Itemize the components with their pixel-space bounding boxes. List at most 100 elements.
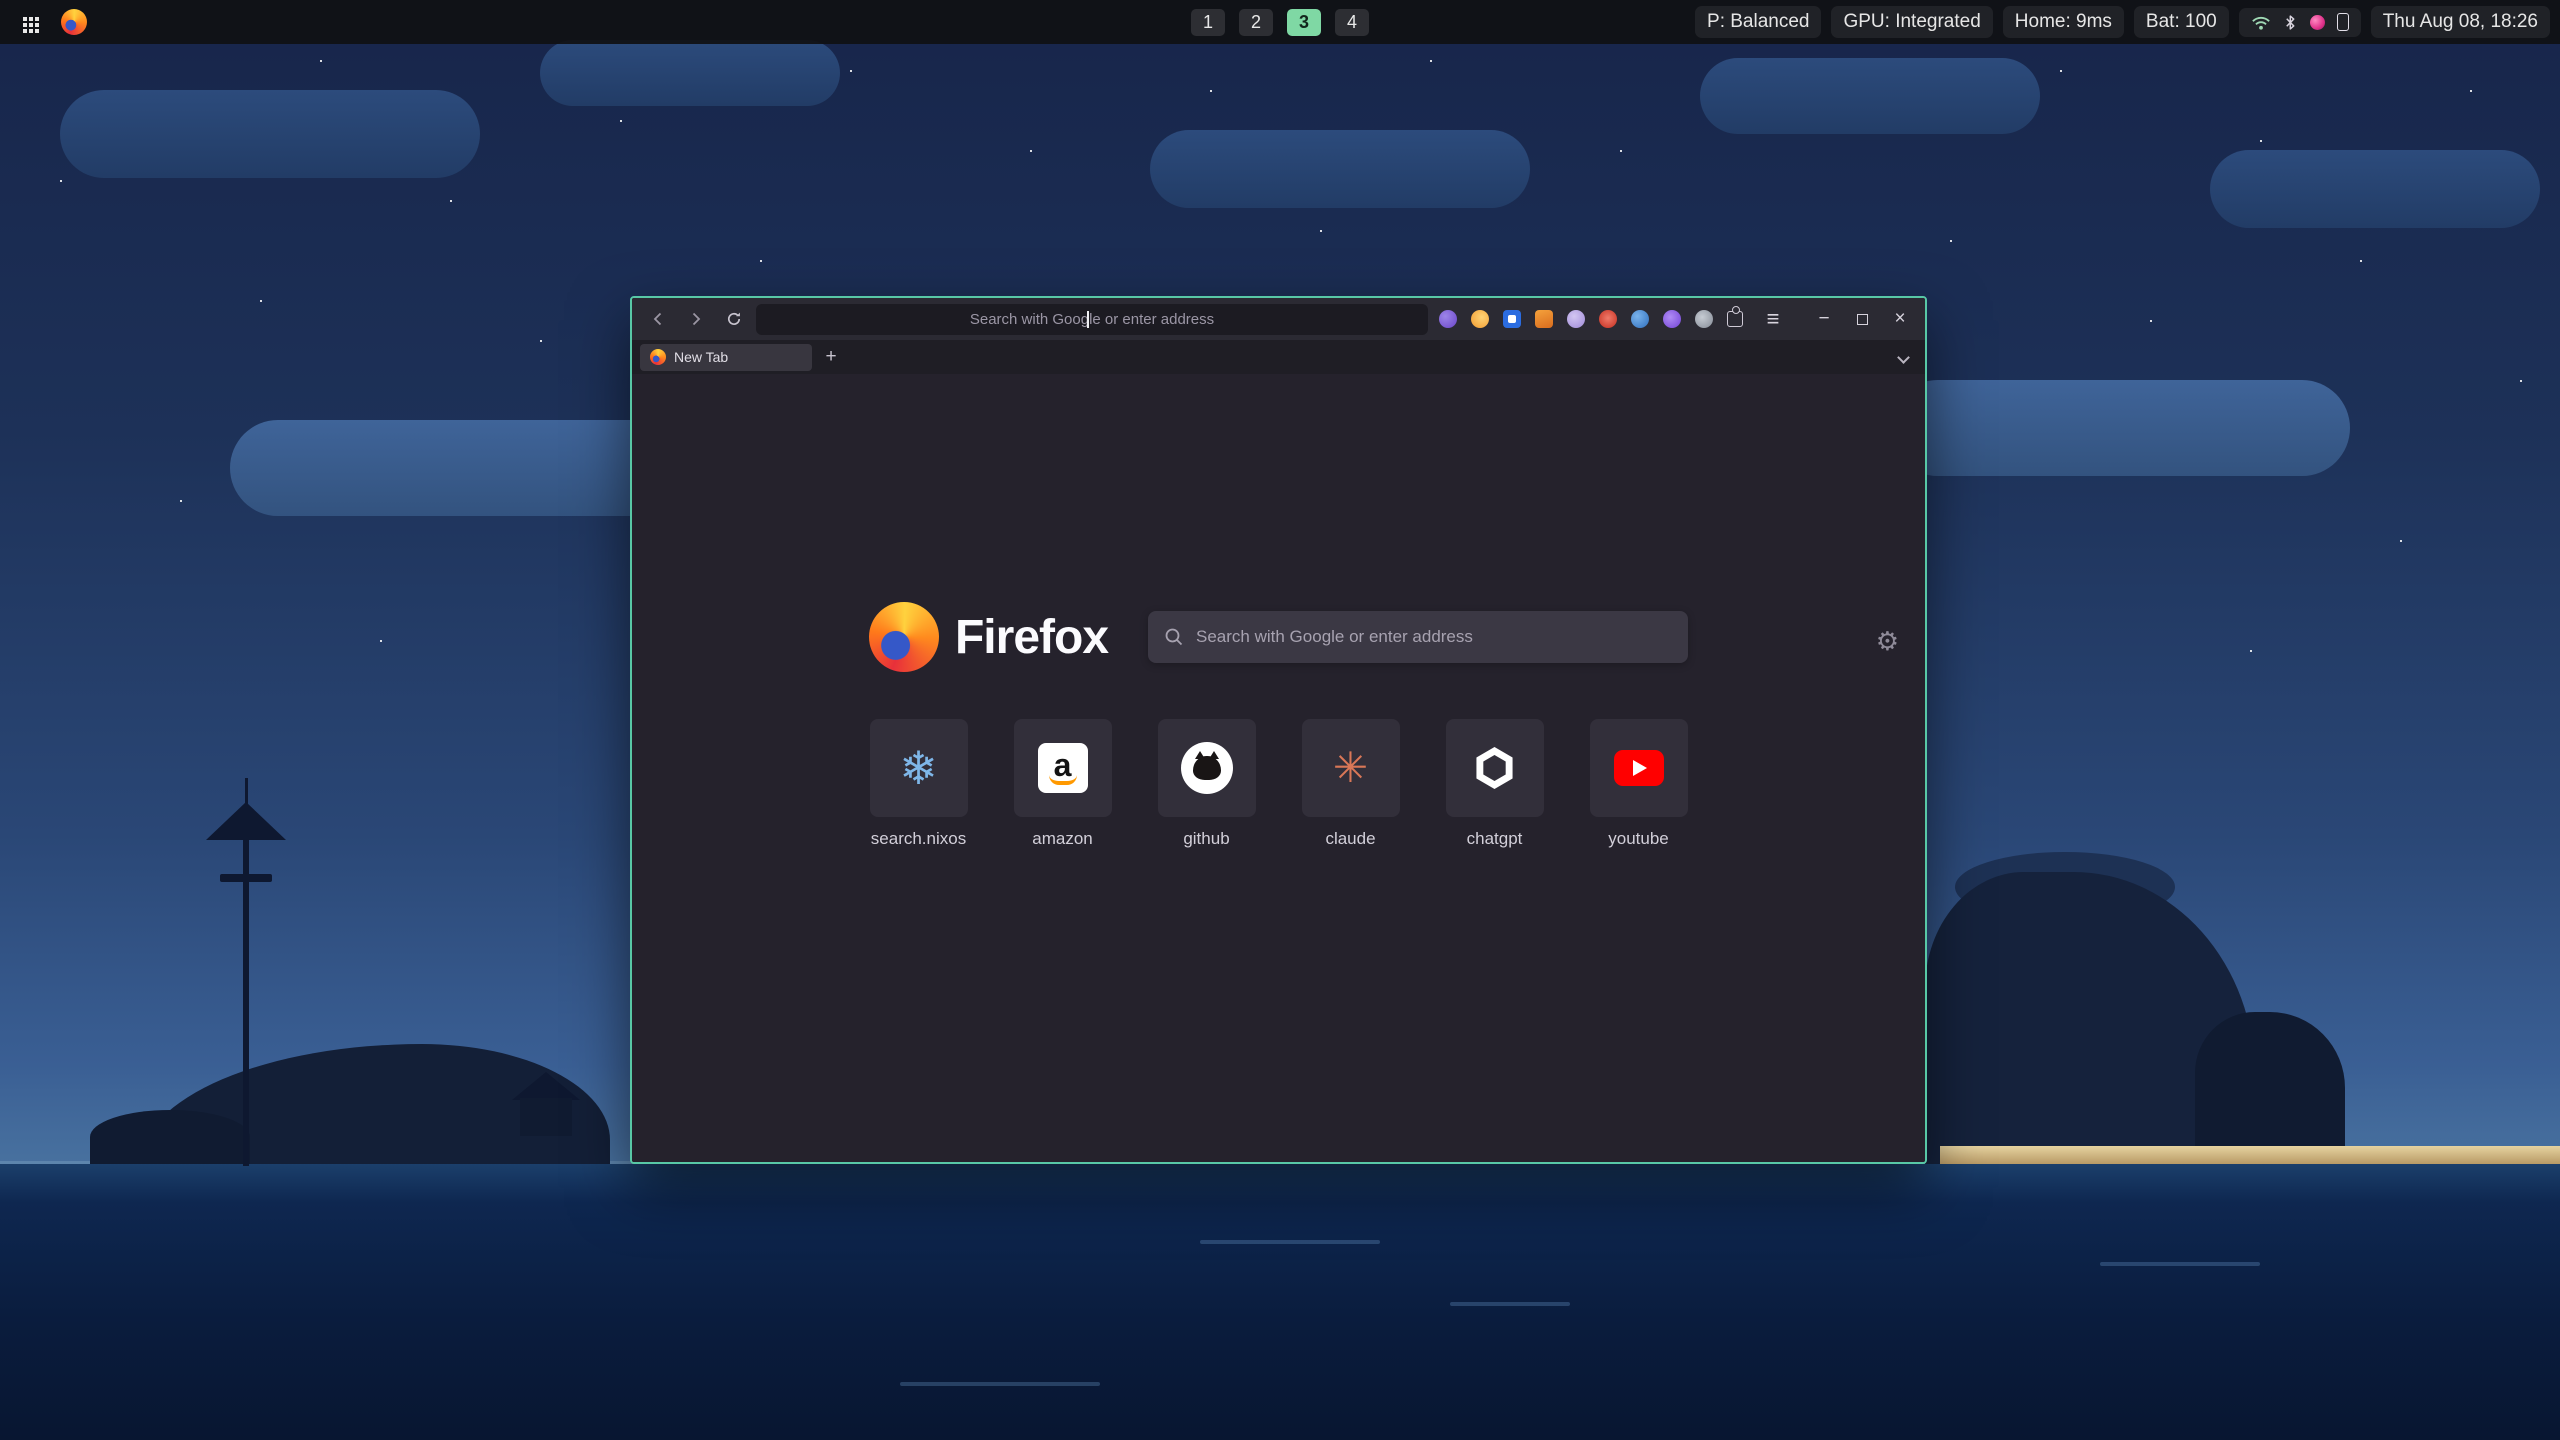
shortcut-claude[interactable]: ✳ claude [1302,719,1400,849]
tab-bar: New Tab + [632,340,1925,374]
extension-button-8[interactable] [1663,310,1681,328]
shortcut-search-nixos[interactable]: ❄ search.nixos [870,719,968,849]
chevron-down-icon [1897,351,1910,364]
shortcut-label: github [1158,829,1256,849]
text-caret [1087,311,1089,328]
extension-button-9[interactable] [1695,310,1713,328]
wallpaper-shimmer [1450,1302,1570,1306]
workspace-button-2[interactable]: 2 [1239,9,1273,36]
wallpaper-hut [520,1098,572,1136]
wallpaper-cloud [2210,150,2540,228]
bluetooth-icon[interactable] [2283,13,2298,32]
desktop: 1 2 3 4 P: Balanced GPU: Integrated Home… [0,0,2560,1440]
battery-module[interactable]: Bat: 100 [2134,6,2229,38]
shortcut-label: search.nixos [870,829,968,849]
shortcut-label: chatgpt [1446,829,1544,849]
wallpaper-watchtower [220,874,272,882]
firefox-icon [61,9,87,35]
new-tab-button[interactable]: + [818,344,844,370]
wallpaper-cloud [540,40,840,106]
shortcut-chatgpt[interactable]: chatgpt [1446,719,1544,849]
shortcut-grid: ❄ search.nixos a amazon [632,719,1925,849]
firefox-window: ≡ − × New Tab + ⚙ Firefox [630,296,1927,1164]
newtab-search-input[interactable] [1148,611,1688,663]
extensions-puzzle-button[interactable] [1727,311,1743,327]
tab-title: New Tab [674,349,728,365]
play-icon [1633,760,1647,776]
amazon-smile-icon [1049,775,1077,785]
wallpaper-island-left [90,1110,250,1164]
newtab-hero: Firefox [632,602,1925,672]
shortcut-amazon[interactable]: a amazon [1014,719,1112,849]
wifi-icon[interactable] [2251,15,2271,30]
app-launcher-button[interactable] [10,5,46,39]
shortcut-tile [1590,719,1688,817]
firefox-taskbar-button[interactable] [56,5,92,39]
minimize-button[interactable]: − [1809,304,1839,334]
color-indicator-icon[interactable] [2310,15,2325,30]
claude-icon: ✳ [1333,747,1368,789]
extension-button-7[interactable] [1631,310,1649,328]
wallpaper-island-right [2195,1012,2345,1164]
extension-button-4[interactable] [1535,310,1553,328]
workspace-button-4[interactable]: 4 [1335,9,1369,36]
taskbar-left [10,5,92,39]
urlbar-input[interactable] [756,304,1428,335]
workspace-switcher: 1 2 3 4 [1191,0,1369,44]
extension-button-6[interactable] [1599,310,1617,328]
taskbar: 1 2 3 4 P: Balanced GPU: Integrated Home… [0,0,2560,44]
urlbar[interactable] [756,304,1428,335]
power-profile-module[interactable]: P: Balanced [1695,6,1821,38]
wallpaper-cloud [1150,130,1530,208]
reload-button[interactable] [718,303,750,335]
wallpaper-cloud [1890,380,2350,476]
workspace-button-3[interactable]: 3 [1287,9,1321,36]
wallpaper-beach [1940,1146,2560,1164]
amazon-icon: a [1038,743,1088,793]
taskbar-right: P: Balanced GPU: Integrated Home: 9ms Ba… [1695,6,2550,38]
settings-gear-button[interactable]: ⚙ [1876,628,1899,654]
wallpaper-shimmer [2100,1262,2260,1266]
wallpaper-shimmer [900,1382,1100,1386]
close-button[interactable]: × [1885,304,1915,334]
shortcut-label: youtube [1590,829,1688,849]
extension-button-1[interactable] [1439,310,1457,328]
extension-button-2[interactable] [1471,310,1489,328]
clock-module[interactable]: Thu Aug 08, 18:26 [2371,6,2550,38]
apps-grid-icon [23,17,27,21]
forward-button[interactable] [680,303,712,335]
back-button[interactable] [642,303,674,335]
wallpaper-cloud [1700,58,2040,134]
newtab-search[interactable] [1148,611,1688,663]
octocat-icon [1193,756,1221,780]
shortcut-github[interactable]: github [1158,719,1256,849]
wallpaper-watchtower [243,836,249,1166]
search-icon [1164,627,1184,647]
latency-module[interactable]: Home: 9ms [2003,6,2124,38]
shortcut-youtube[interactable]: youtube [1590,719,1688,849]
nixos-icon: ❄ [899,745,938,791]
maximize-button[interactable] [1847,304,1877,334]
wallpaper-cloud [60,90,480,178]
chatgpt-icon [1474,747,1516,789]
shortcut-tile: ✳ [1302,719,1400,817]
shortcut-tile [1446,719,1544,817]
tab-new-tab[interactable]: New Tab [640,344,812,371]
menu-button[interactable]: ≡ [1757,303,1789,335]
extension-button-5[interactable] [1567,310,1585,328]
wallpaper-watchtower [245,778,248,808]
gpu-module[interactable]: GPU: Integrated [1831,6,1992,38]
wallpaper-hut [512,1072,580,1100]
extension-button-3[interactable] [1503,310,1521,328]
phone-icon[interactable] [2337,13,2349,31]
maximize-icon [1857,314,1868,325]
firefox-brand: Firefox [869,602,1108,672]
extension-buttons: ≡ [1435,303,1793,335]
tab-overflow-button[interactable] [1889,344,1917,370]
shortcut-label: claude [1302,829,1400,849]
workspace-button-1[interactable]: 1 [1191,9,1225,36]
firefox-wordmark: Firefox [955,610,1108,665]
new-tab-page: ⚙ Firefox ❄ [632,602,1925,1164]
firefox-favicon [650,349,666,365]
shortcut-tile [1158,719,1256,817]
